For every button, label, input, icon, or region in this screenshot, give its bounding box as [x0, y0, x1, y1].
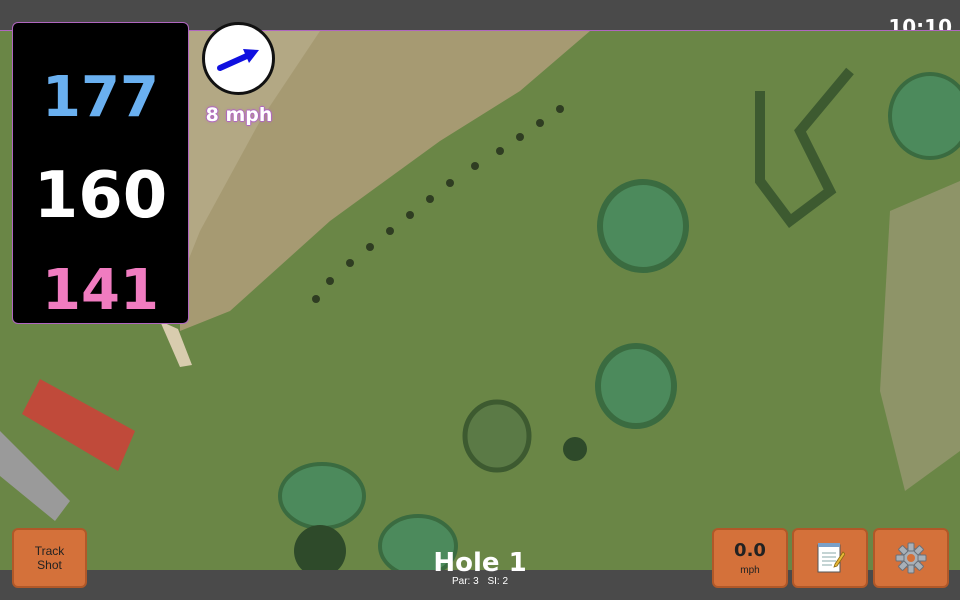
track-shot-label-line1: Track: [34, 544, 65, 558]
stroke-index-label: SI: 2: [487, 576, 509, 587]
middle-distance: 160: [33, 159, 168, 233]
track-shot-label-line2: Shot: [37, 558, 62, 572]
wind-direction-dial: [202, 22, 275, 95]
settings-button[interactable]: [873, 528, 949, 588]
hole-info: Par: 3 SI: 2: [380, 576, 580, 587]
speed-value: 0.0: [734, 540, 766, 561]
notepad-icon: [817, 543, 845, 573]
speed-unit: mph: [740, 565, 760, 576]
gear-icon: [895, 542, 927, 574]
speed-button[interactable]: 0.0 mph: [712, 528, 788, 588]
notes-button[interactable]: [792, 528, 868, 588]
back-distance: 177: [42, 65, 159, 130]
wind-arrow-icon: [217, 49, 259, 71]
track-shot-button[interactable]: Track Shot: [12, 528, 87, 588]
wind-speed-label: 8 mph: [205, 104, 273, 126]
distance-panel: 177 160 141: [12, 22, 189, 324]
par-label: Par: 3: [451, 576, 479, 587]
hole-title: Hole 1: [433, 548, 527, 578]
front-distance: 141: [42, 258, 159, 323]
